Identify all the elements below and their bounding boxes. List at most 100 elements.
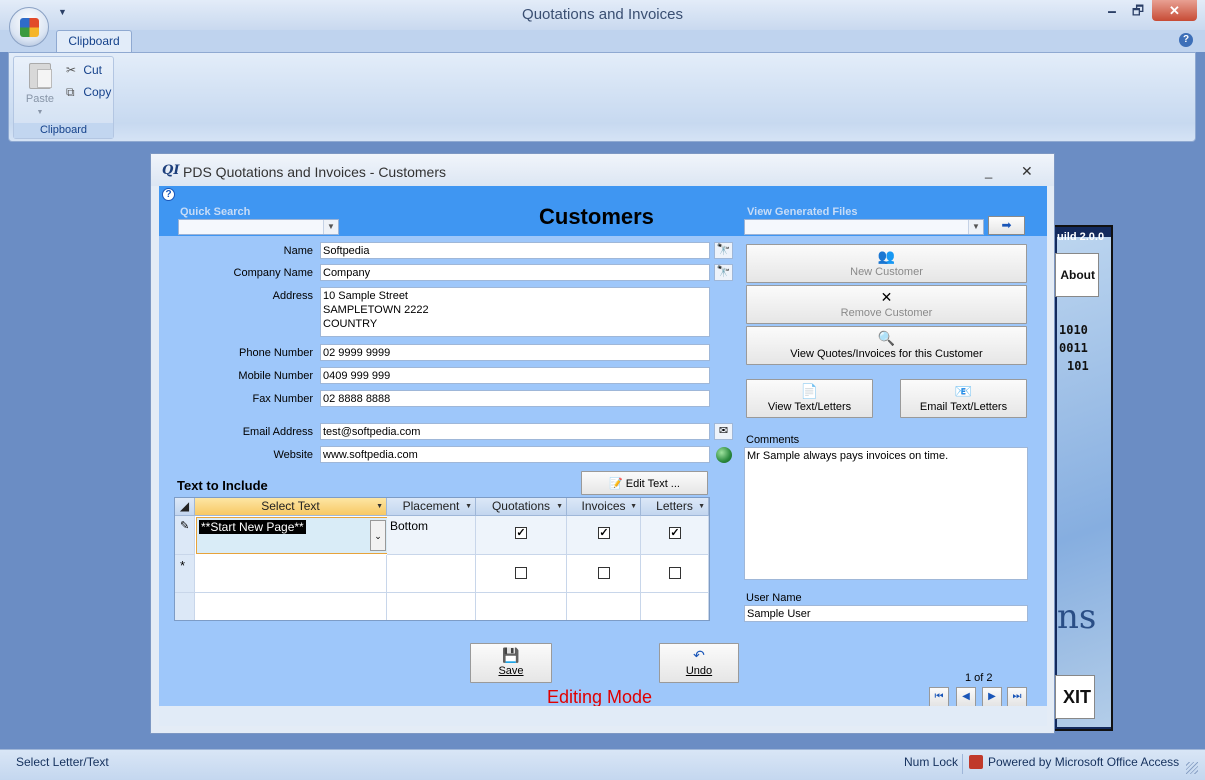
new-placement-cell[interactable] (387, 555, 476, 593)
last-record-button[interactable]: ⏭ (1007, 687, 1027, 707)
empty-cell (567, 593, 641, 620)
help-icon[interactable]: ? (1179, 33, 1193, 47)
text-include-grid: ◢ Select Text ▼ Placement ▼ Quotations ▼ In… (174, 497, 710, 621)
switchboard-background: uild 2.0.0 About 1010 0011 101 ns XIT (1055, 231, 1111, 727)
column-header-letters[interactable]: Letters ▼ (641, 498, 709, 516)
customer-form: ? Quick Search ▼ Customers View Generate… (159, 186, 1047, 726)
dialog-close-button[interactable]: ✕ (1021, 163, 1033, 180)
company-label: Company Name (233, 267, 313, 279)
window-title: Quotations and Invoices (522, 6, 683, 23)
record-counter: 1 of 2 (965, 672, 993, 684)
office-button[interactable] (9, 7, 49, 47)
chevron-down-icon: ▼ (376, 503, 383, 510)
magnifier-icon: 🔍 (877, 330, 896, 346)
dialog-minimize-button[interactable]: _ (985, 164, 992, 179)
minimize-button[interactable]: 🗕 (1100, 0, 1124, 21)
close-button[interactable]: ✕ (1152, 0, 1197, 21)
company-field[interactable]: Company (320, 264, 710, 281)
phone-field[interactable]: 02 9999 9999 (320, 344, 710, 361)
column-header-invoices[interactable]: Invoices ▼ (567, 498, 641, 516)
paste-icon (29, 63, 52, 89)
exit-button[interactable]: XIT (1055, 675, 1095, 719)
dialog-title: PDS Quotations and Invoices - Customers (183, 164, 447, 180)
quotations-checkbox[interactable]: ✓ (515, 527, 527, 539)
quick-search-label: Quick Search (180, 206, 251, 218)
name-field[interactable]: Softpedia (320, 242, 710, 259)
view-files-combo[interactable]: ▼ (744, 219, 984, 235)
envelope-icon[interactable]: ✉ (714, 423, 733, 440)
new-invoices-checkbox[interactable] (598, 567, 610, 579)
undo-button[interactable]: ↶ Undo (659, 643, 739, 683)
chevron-down-icon: ▼ (968, 220, 983, 234)
form-help-icon[interactable]: ? (162, 188, 175, 201)
new-letters-checkbox[interactable] (669, 567, 681, 579)
open-file-button[interactable]: ➡ (988, 216, 1025, 235)
new-select-text-cell[interactable] (195, 555, 387, 593)
form-header: ? Quick Search ▼ Customers View Generate… (159, 186, 1047, 236)
column-header-select-text[interactable]: Select Text ▼ (195, 498, 387, 516)
remove-customer-button[interactable]: ✕ Remove Customer (746, 285, 1027, 324)
new-quotations-checkbox[interactable] (515, 567, 527, 579)
column-header-placement[interactable]: Placement ▼ (387, 498, 476, 516)
comments-field[interactable]: Mr Sample always pays invoices on time. (744, 447, 1028, 580)
previous-record-button[interactable]: ◀ (956, 687, 976, 707)
letters-checkbox[interactable]: ✓ (669, 527, 681, 539)
maximize-button[interactable]: 🗗 (1126, 0, 1150, 21)
select-all-corner[interactable]: ◢ (175, 498, 195, 516)
paste-button[interactable]: Paste ▼ (20, 61, 60, 119)
group-label-clipboard: Clipboard (14, 123, 113, 138)
cut-label: Cut (83, 63, 103, 77)
mobile-label: Mobile Number (238, 370, 313, 382)
customers-dialog: QI PDS Quotations and Invoices - Custome… (150, 153, 1055, 734)
ribbon-tab-strip: Clipboard (0, 30, 1205, 52)
website-field[interactable]: www.softpedia.com (320, 446, 710, 463)
select-text-combo[interactable]: **Start New Page** ⌄ (196, 517, 388, 554)
invoices-checkbox[interactable]: ✓ (598, 527, 610, 539)
comments-label: Comments (746, 434, 800, 446)
new-row-selector[interactable]: * (175, 555, 195, 593)
copy-button[interactable]: ⧉ Copy (66, 85, 111, 103)
globe-icon[interactable] (716, 447, 732, 463)
new-customer-button[interactable]: 👥 New Customer (746, 244, 1027, 283)
email-text-letters-button[interactable]: 📧 Email Text/Letters (900, 379, 1027, 418)
address-label: Address (272, 290, 313, 302)
empty-cell (195, 593, 387, 620)
empty-cell (641, 593, 709, 620)
form-footer-strip (159, 706, 1047, 726)
floppy-disk-icon: 💾 (502, 647, 520, 663)
cut-button[interactable]: ✂ Cut (66, 63, 102, 81)
access-logo-icon (969, 755, 983, 769)
select-text-value: **Start New Page** (199, 520, 306, 534)
office-logo-icon (20, 18, 39, 37)
row-selector[interactable]: ✎ (175, 516, 195, 555)
next-record-button[interactable]: ▶ (982, 687, 1002, 707)
resize-grip-icon[interactable] (1186, 762, 1198, 774)
user-name-label: User Name (746, 592, 802, 604)
fax-field[interactable]: 02 8888 8888 (320, 390, 710, 407)
powered-by-text: Powered by Microsoft Office Access (988, 755, 1180, 769)
status-text: Select Letter/Text (16, 755, 109, 769)
app-logo-icon: QI (162, 163, 180, 178)
edit-document-icon: 📝 (609, 478, 623, 490)
first-record-button[interactable]: ⏮ (929, 687, 949, 707)
paste-label: Paste (25, 93, 55, 105)
user-name-field[interactable]: Sample User (744, 605, 1028, 622)
num-lock-indicator: Num Lock (904, 755, 959, 769)
about-button[interactable]: About (1055, 253, 1099, 297)
email-field[interactable]: test@softpedia.com (320, 423, 710, 440)
save-button[interactable]: 💾 Save (470, 643, 552, 683)
view-text-letters-button[interactable]: 📄 View Text/Letters (746, 379, 873, 418)
binoculars-icon[interactable]: 🔭 (714, 242, 733, 259)
edit-text-button[interactable]: 📝 Edit Text ... (581, 471, 708, 495)
address-field[interactable]: 10 Sample Street SAMPLETOWN 2222 COUNTRY (320, 287, 710, 337)
placement-cell[interactable]: Bottom (387, 516, 476, 555)
view-quotes-button[interactable]: 🔍 View Quotes/Invoices for this Customer (746, 326, 1027, 365)
tab-clipboard[interactable]: Clipboard (56, 30, 132, 52)
quick-search-combo[interactable]: ▼ (178, 219, 339, 235)
binoculars-icon[interactable]: 🔭 (714, 264, 733, 281)
chevron-down-icon[interactable]: ⌄ (370, 520, 386, 551)
row-selector-empty (175, 593, 195, 620)
ribbon-body: Paste ▼ ✂ Cut ⧉ Copy Clipboard (8, 52, 1196, 142)
column-header-quotations[interactable]: Quotations ▼ (476, 498, 567, 516)
mobile-field[interactable]: 0409 999 999 (320, 367, 710, 384)
